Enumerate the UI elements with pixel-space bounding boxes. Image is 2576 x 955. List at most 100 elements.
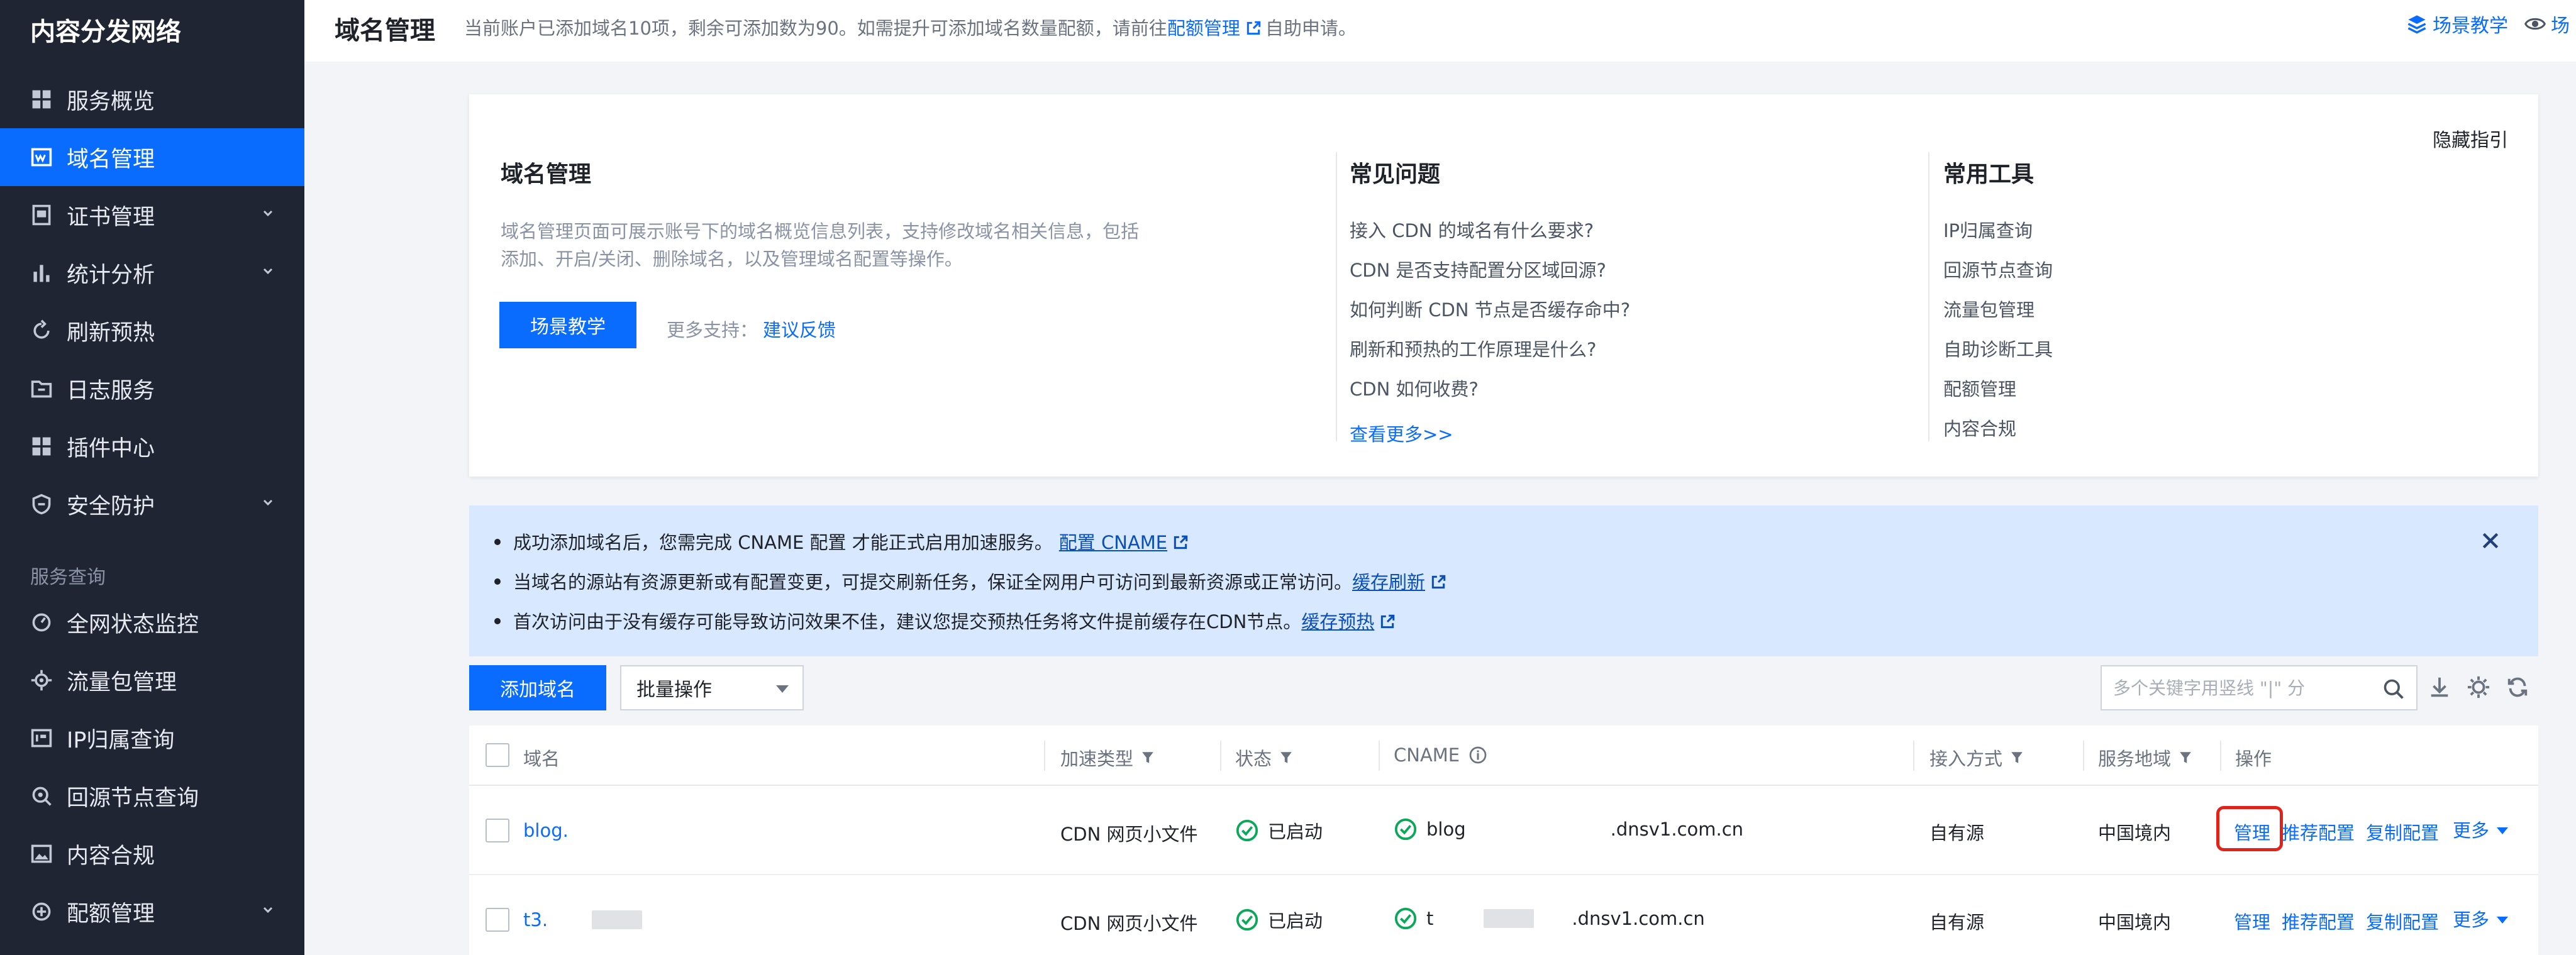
sidebar-item-security[interactable]: 安全防护 (0, 475, 304, 533)
check-circle-icon (1394, 907, 1417, 930)
redacted-block (1484, 909, 1535, 928)
copy-config-link[interactable]: 复制配置 (2366, 908, 2439, 934)
gauge-icon (30, 611, 53, 634)
grid-icon (30, 88, 53, 111)
layers-icon (2407, 15, 2426, 34)
gear-icon[interactable] (2467, 675, 2490, 699)
access-method: 自有源 (1929, 912, 1985, 933)
close-icon[interactable] (2480, 531, 2501, 551)
sidebar-item-statistics[interactable]: 统计分析 (0, 244, 304, 302)
tool-item[interactable]: 回源节点查询 (1943, 256, 2053, 282)
sidebar-item-label: 证书管理 (67, 204, 155, 230)
external-link-icon (1174, 535, 1188, 549)
recommend-config-link[interactable]: 推荐配置 (2282, 819, 2355, 845)
domain-link[interactable]: blog. (523, 820, 569, 841)
quota-description-suffix: 自助申请。 (1265, 18, 1357, 39)
plugin-grid-icon (30, 435, 53, 458)
notice-text: 首次访问由于没有缓存可能导致访问效果不佳，建议您提交预热任务将文件提前缓存在CD… (513, 611, 1302, 632)
row-checkbox[interactable] (486, 819, 509, 842)
select-all-checkbox[interactable] (486, 743, 509, 767)
column-separator (1379, 741, 1380, 771)
sidebar-item-label: 内容合规 (67, 843, 155, 869)
tool-item[interactable]: IP归属查询 (1943, 216, 2033, 243)
scene-tutorial-button[interactable]: 场景教学 (499, 302, 636, 348)
cache-preheat-link[interactable]: 缓存预热 (1301, 611, 1374, 632)
sidebar-item-label: 安全防护 (67, 494, 155, 519)
row-checkbox[interactable] (486, 908, 509, 932)
manage-link[interactable]: 管理 (2234, 908, 2270, 934)
sidebar-item-overview[interactable]: 服务概览 (0, 70, 304, 128)
column-access: 接入方式 (1929, 744, 2024, 771)
chevron-down-icon (263, 499, 273, 506)
filter-icon[interactable] (1279, 751, 1293, 765)
search-icon[interactable] (2382, 678, 2405, 700)
sidebar-item-plugins[interactable]: 插件中心 (0, 417, 304, 475)
eye-icon (2524, 18, 2546, 30)
sidebar-item-compliance[interactable]: 内容合规 (0, 825, 304, 883)
filter-icon[interactable] (2179, 751, 2192, 765)
scene-tutorial-link[interactable]: 场景教学 (2433, 10, 2508, 38)
copy-config-link[interactable]: 复制配置 (2366, 819, 2439, 845)
configure-cname-link[interactable]: 配置 CNAME (1059, 532, 1167, 553)
truncated-top-link[interactable]: 场 (2551, 10, 2570, 38)
recommend-config-link[interactable]: 推荐配置 (2282, 908, 2355, 934)
filter-icon[interactable] (1141, 751, 1155, 765)
chevron-down-icon (263, 210, 273, 217)
sidebar-title: 内容分发网络 (30, 18, 181, 47)
column-region: 服务地域 (2098, 744, 2192, 771)
status-text: 已启动 (1268, 910, 1323, 932)
faq-item[interactable]: 接入 CDN 的域名有什么要求? (1350, 216, 1594, 243)
sidebar-item-label: 日志服务 (67, 378, 155, 404)
cname-prefix: blog (1426, 819, 1466, 840)
divider (1928, 152, 1929, 441)
manage-link[interactable]: 管理 (2234, 819, 2270, 845)
column-access-label: 接入方式 (1929, 748, 2003, 770)
more-support-label: 更多支持： (667, 319, 758, 341)
column-region-label: 服务地域 (2098, 748, 2172, 770)
sidebar-item-logs[interactable]: 日志服务 (0, 360, 304, 417)
sidebar-item-traffic-package[interactable]: 流量包管理 (0, 651, 304, 709)
bullet-dot (494, 618, 501, 624)
faq-more-link[interactable]: 查看更多>> (1350, 420, 1453, 446)
add-domain-button[interactable]: 添加域名 (469, 665, 606, 710)
faq-item[interactable]: 如何判断 CDN 节点是否缓存命中? (1350, 295, 1630, 322)
more-dropdown[interactable]: 更多 (2453, 905, 2509, 932)
certificate-icon (30, 204, 53, 226)
search-input[interactable] (2113, 675, 2365, 700)
sidebar-item-monitor[interactable]: 全网状态监控 (0, 593, 304, 651)
batch-operation-select[interactable]: 批量操作 (620, 665, 804, 710)
faq-item[interactable]: 刷新和预热的工作原理是什么? (1350, 335, 1596, 362)
service-region: 中国境内 (2098, 912, 2172, 933)
column-status: 状态 (1235, 744, 1293, 771)
feedback-link[interactable]: 建议反馈 (763, 319, 836, 341)
tool-item[interactable]: 配额管理 (1943, 375, 2016, 401)
column-separator (1220, 741, 1221, 771)
quota-manage-link[interactable]: 配额管理 (1167, 18, 1240, 39)
sidebar-item-label: 全网状态监控 (67, 612, 199, 638)
filter-icon[interactable] (2010, 751, 2024, 765)
sidebar-item-ip-lookup[interactable]: IP归属查询 (0, 709, 304, 767)
quota-icon (30, 900, 53, 923)
download-icon[interactable] (2428, 675, 2451, 699)
access-method: 自有源 (1929, 822, 1985, 844)
faq-item[interactable]: CDN 是否支持配置分区域回源? (1350, 256, 1606, 282)
notice-line: 当域名的源站有资源更新或有配置变更，可提交刷新任务，保证全网用户可访问到最新资源… (494, 568, 1446, 594)
faq-item[interactable]: CDN 如何收费? (1350, 375, 1479, 401)
sidebar-item-domain[interactable]: 域名管理 (0, 128, 304, 186)
more-label: 更多 (2453, 820, 2490, 841)
more-dropdown[interactable]: 更多 (2453, 816, 2509, 842)
hide-guide-link[interactable]: 隐藏指引 (2433, 124, 2508, 152)
sidebar-item-origin-node[interactable]: 回源节点查询 (0, 767, 304, 825)
tool-item[interactable]: 自助诊断工具 (1943, 335, 2053, 362)
tool-item[interactable]: 流量包管理 (1943, 295, 2035, 322)
info-icon[interactable] (1468, 746, 1487, 765)
sidebar-item-quota[interactable]: 配额管理 (0, 883, 304, 941)
refresh-icon[interactable] (2506, 675, 2529, 699)
external-link-icon (1246, 21, 1261, 35)
sidebar-item-certificate[interactable]: 证书管理 (0, 186, 304, 244)
sidebar-item-label: 统计分析 (67, 262, 155, 288)
cache-refresh-link[interactable]: 缓存刷新 (1352, 571, 1425, 593)
sidebar-item-refresh[interactable]: 刷新预热 (0, 302, 304, 360)
domain-link[interactable]: t3. (523, 909, 643, 930)
tool-item[interactable]: 内容合规 (1943, 414, 2016, 441)
